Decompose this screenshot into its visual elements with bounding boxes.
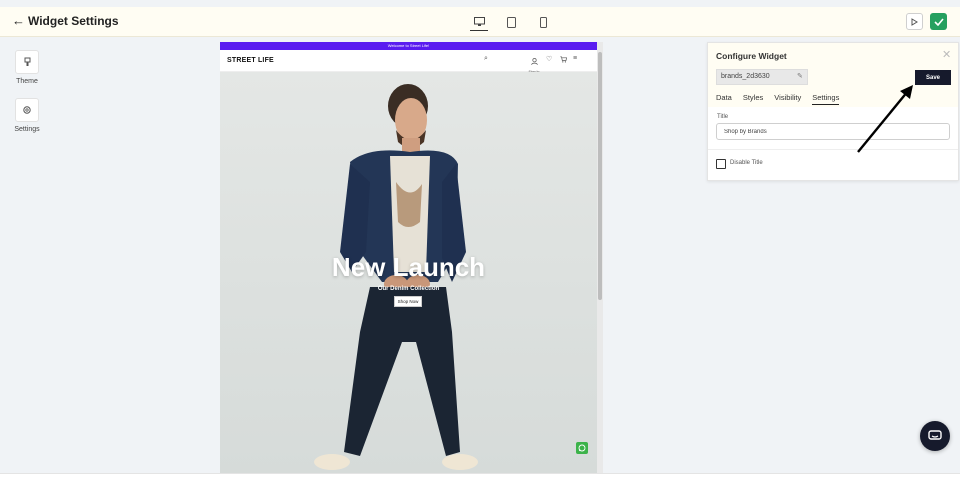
bottom-bar	[0, 473, 960, 480]
hero-subtitle: Our Denim Collection	[377, 286, 440, 292]
shop-now-button[interactable]: Shop Now	[394, 296, 422, 307]
chat-button[interactable]	[920, 421, 950, 451]
cart-icon[interactable]	[560, 56, 568, 65]
announcement-bar: Welcome to Street Life!	[220, 42, 597, 50]
sidebar-item-settings[interactable]: Settings	[7, 98, 47, 133]
arrow-left-icon[interactable]: ←	[12, 13, 25, 28]
sidebar-item-theme[interactable]: Theme	[7, 50, 47, 85]
pencil-icon[interactable]: ✎	[797, 72, 803, 80]
menu-icon[interactable]: ≡	[573, 55, 577, 62]
mobile-view-button[interactable]	[534, 13, 552, 31]
tab-visibility[interactable]: Visibility	[774, 93, 801, 105]
divider	[708, 149, 958, 150]
disable-title-checkbox[interactable]	[716, 159, 726, 169]
save-button[interactable]: Save	[915, 70, 951, 85]
mobile-icon	[539, 16, 547, 28]
device-switcher	[470, 13, 552, 31]
preview-button[interactable]	[906, 13, 923, 30]
hero-banner: New Launch Our Denim Collection Shop Now	[220, 72, 597, 473]
top-bar: ← Widget Settings	[0, 7, 960, 37]
preview-scrollbar[interactable]	[597, 42, 603, 473]
tablet-icon	[506, 16, 516, 28]
publish-button[interactable]	[930, 13, 947, 30]
search-icon[interactable]: ⌕	[484, 55, 488, 63]
annotation-arrow	[857, 85, 913, 153]
hero-title: New Launch	[331, 252, 486, 282]
check-icon	[933, 17, 944, 26]
store-header: STREET LIFE ⌕ Sign In ♡ ≡	[220, 50, 597, 74]
close-icon[interactable]: ✕	[942, 48, 951, 61]
store-preview: Welcome to Street Life! STREET LIFE ⌕ Si…	[220, 42, 597, 473]
gear-icon	[23, 106, 31, 114]
whatsapp-button[interactable]	[576, 442, 588, 454]
theme-icon-box	[15, 50, 39, 74]
sidebar-item-label: Theme	[16, 78, 38, 85]
account-menu[interactable]: Sign In	[527, 52, 541, 74]
play-icon	[911, 17, 918, 26]
brush-icon	[24, 57, 30, 66]
title-field-label: Title	[717, 114, 729, 120]
settings-icon-box	[15, 98, 39, 122]
desktop-view-button[interactable]	[470, 13, 488, 31]
page-title: Widget Settings	[28, 14, 119, 28]
panel-title: Configure Widget	[716, 51, 787, 61]
scrollbar-thumb[interactable]	[598, 52, 602, 300]
config-tabs: Data Styles Visibility Settings	[716, 93, 840, 105]
configure-widget-panel: Configure Widget ✕ brands_2d3630 ✎ Save …	[707, 42, 959, 181]
tab-styles[interactable]: Styles	[743, 93, 763, 105]
tablet-view-button[interactable]	[502, 13, 520, 31]
desktop-icon	[473, 16, 485, 26]
widget-id-field: brands_2d3630	[716, 69, 808, 85]
disable-title-label: Disable Title	[730, 160, 763, 166]
tab-settings[interactable]: Settings	[812, 93, 840, 105]
heart-icon[interactable]: ♡	[546, 55, 552, 63]
tab-data[interactable]: Data	[716, 93, 732, 105]
chat-icon	[928, 430, 942, 440]
user-icon	[530, 58, 538, 65]
whatsapp-icon	[578, 444, 586, 452]
sidebar-item-label: Settings	[14, 126, 40, 133]
store-logo[interactable]: STREET LIFE	[227, 57, 274, 64]
